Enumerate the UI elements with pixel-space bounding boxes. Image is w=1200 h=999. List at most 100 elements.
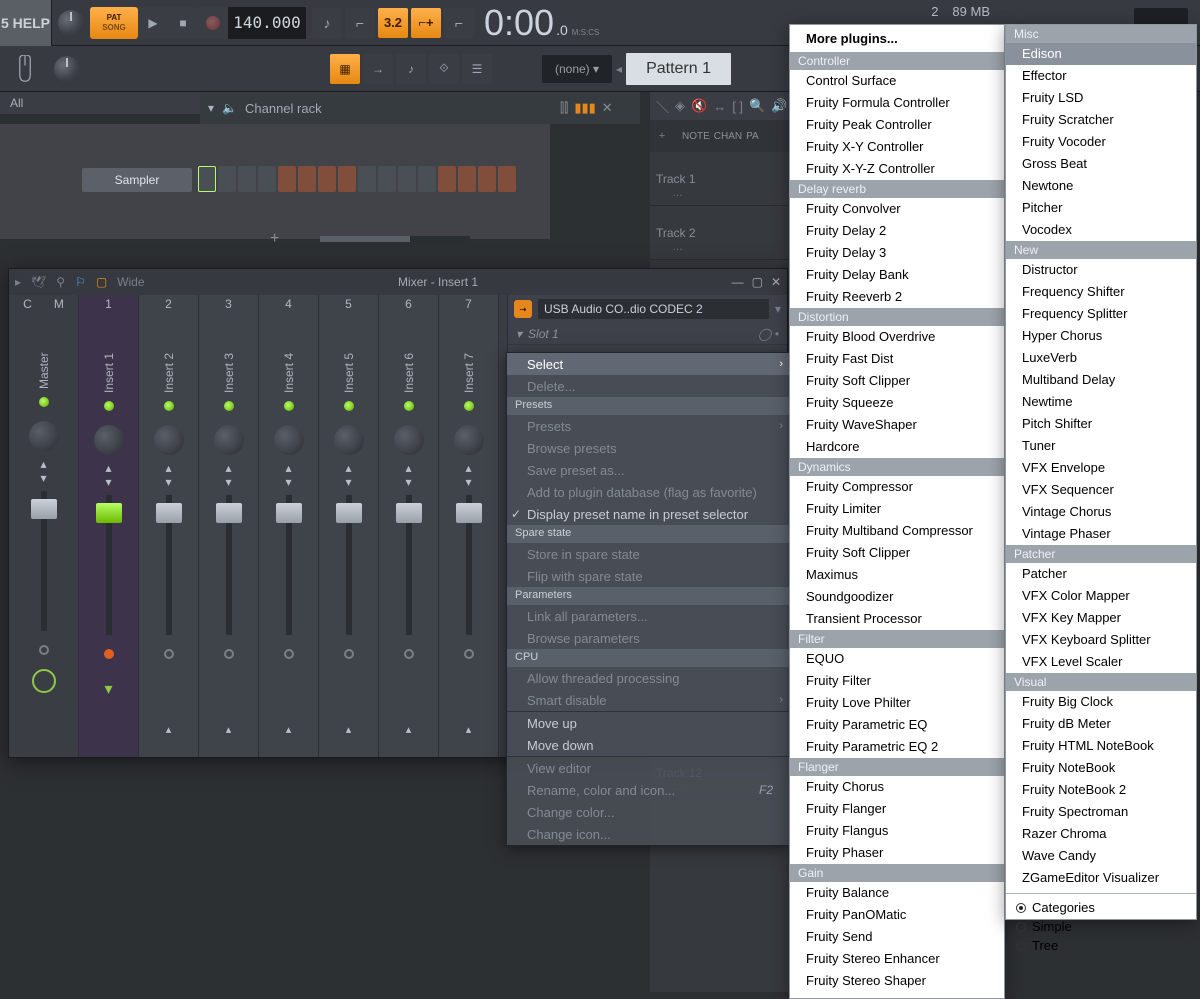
play-button[interactable]: ▶ — [138, 7, 168, 39]
plugin-item[interactable]: Fruity dB Meter — [1006, 713, 1196, 735]
strip-arm-icon[interactable] — [344, 649, 354, 659]
step-16[interactable] — [498, 166, 516, 192]
plugin-item[interactable]: Hardcore — [790, 436, 1004, 458]
master-arm-icon[interactable] — [39, 645, 49, 655]
step-3[interactable] — [238, 166, 256, 192]
plugin-item[interactable]: Fruity Peak Controller — [790, 114, 1004, 136]
plugin-item[interactable]: Tuner — [1006, 435, 1196, 457]
plugin-item[interactable]: Control Surface — [790, 70, 1004, 92]
plugin-item[interactable]: Fruity HTML NoteBook — [1006, 735, 1196, 757]
strip-send-caret[interactable]: ▴ — [406, 723, 412, 736]
strip-pan-knob[interactable] — [454, 425, 484, 455]
browser-all-tab[interactable]: All — [0, 92, 200, 114]
menu-browse-presets[interactable]: Browse presets — [507, 437, 789, 459]
pattern-name-display[interactable]: Pattern 1 — [626, 53, 731, 85]
plugin-item[interactable]: Fruity PanOMatic — [790, 904, 1004, 926]
pattern-song-switch[interactable]: PAT SONG — [90, 7, 138, 39]
plugin-item[interactable]: Wave Candy — [1006, 845, 1196, 867]
mixer-insert-strip[interactable]: 5 Insert 5 ▴▾ ▴ — [319, 295, 379, 757]
tool-select-icon[interactable]: [ ] — [732, 99, 743, 114]
menu-move-down[interactable]: Move down — [507, 734, 789, 756]
plugin-item[interactable]: Pitcher — [1006, 197, 1196, 219]
step-6[interactable] — [298, 166, 316, 192]
plugin-item[interactable]: Fruity Delay 3 — [790, 242, 1004, 264]
strip-mute-led[interactable] — [464, 401, 474, 411]
mixer-insert-strip[interactable]: 2 Insert 2 ▴▾ ▴ — [139, 295, 199, 757]
channel-scroll-track[interactable] — [320, 236, 470, 242]
step-5[interactable] — [278, 166, 296, 192]
strip-stereo-arrows[interactable]: ▴▾ — [345, 461, 351, 489]
mixer-bird-icon[interactable]: 🕊 — [31, 275, 46, 289]
sampler-channel-button[interactable]: Sampler — [82, 168, 192, 192]
strip-fader[interactable] — [406, 495, 412, 635]
mixer-flag-icon[interactable]: ⚐ — [75, 275, 86, 289]
strip-fader-handle[interactable] — [336, 503, 362, 523]
step-8[interactable] — [338, 166, 356, 192]
plugin-item[interactable]: Fruity Compressor — [790, 476, 1004, 498]
plugin-item[interactable]: Fruity Fast Dist — [790, 348, 1004, 370]
plugin-item[interactable]: Vocodex — [1006, 219, 1196, 241]
plugin-item[interactable]: Fruity NoteBook 2 — [1006, 779, 1196, 801]
tool-mute-icon[interactable]: 🔇 — [691, 98, 707, 114]
strip-send-caret[interactable]: ▴ — [286, 723, 292, 736]
strip-mute-led[interactable] — [164, 401, 174, 411]
strip-fader-handle[interactable] — [456, 503, 482, 523]
more-plugins-item[interactable]: More plugins... — [790, 25, 1004, 52]
step-7[interactable] — [318, 166, 336, 192]
mixer-titlebar[interactable]: ▸ 🕊 ⚲ ⚐ ▢ Wide Mixer - Insert 1 — ▢ ✕ — [9, 269, 787, 295]
strip-pan-knob[interactable] — [94, 425, 124, 455]
plugin-item[interactable]: VFX Keyboard Splitter — [1006, 629, 1196, 651]
master-arrows[interactable]: ▴▾ — [40, 457, 46, 485]
piano-roll-window-button[interactable]: → — [363, 54, 393, 84]
plugin-item[interactable]: Fruity Balance — [790, 882, 1004, 904]
plugin-item[interactable]: VFX Sequencer — [1006, 479, 1196, 501]
plugin-item[interactable]: Fruity Multiband Compressor — [790, 520, 1004, 542]
pitch-knob[interactable] — [54, 56, 80, 82]
plugin-item[interactable]: Fruity Parametric EQ — [790, 714, 1004, 736]
countdown-icon[interactable]: ⌐ — [345, 8, 375, 38]
plugin-item[interactable]: Newtone — [1006, 175, 1196, 197]
plugin-item[interactable]: Patcher — [1006, 563, 1196, 585]
plugin-item[interactable]: Newtime — [1006, 391, 1196, 413]
stop-button[interactable]: ■ — [168, 7, 198, 39]
menu-move-up[interactable]: Move up — [507, 712, 789, 734]
strip-pan-knob[interactable] — [274, 425, 304, 455]
menu-change-icon[interactable]: Change icon... — [507, 823, 789, 845]
plugin-item[interactable]: Frequency Splitter — [1006, 303, 1196, 325]
strip-fader[interactable] — [166, 495, 172, 635]
plugin-item[interactable]: Fruity X-Y Controller — [790, 136, 1004, 158]
plugin-item[interactable]: Distructor — [1006, 259, 1196, 281]
plugin-item[interactable]: Fruity Spectroman — [1006, 801, 1196, 823]
menu-add-plugin-db[interactable]: Add to plugin database (flag as favorite… — [507, 481, 789, 503]
plugin-item[interactable]: Fruity Squeeze — [790, 392, 1004, 414]
strip-fader-handle[interactable] — [276, 503, 302, 523]
strip-fader[interactable] — [226, 495, 232, 635]
plugin-item[interactable]: Vintage Chorus — [1006, 501, 1196, 523]
speaker-icon[interactable]: 🔈 — [222, 101, 237, 115]
step-9[interactable] — [358, 166, 376, 192]
view-mode-simple[interactable]: Simple — [1006, 917, 1196, 936]
loop-rec-icon[interactable]: ⌐ — [444, 8, 474, 38]
tool-zoom-icon[interactable]: 🔍 — [749, 98, 765, 114]
step-15[interactable] — [478, 166, 496, 192]
plugin-item[interactable]: ZGameEditor Visualizer — [1006, 867, 1196, 889]
menu-threaded[interactable]: Allow threaded processing — [507, 667, 789, 689]
menu-change-color[interactable]: Change color... — [507, 801, 789, 823]
strip-send-caret[interactable]: ▴ — [226, 723, 232, 736]
step-11[interactable] — [398, 166, 416, 192]
strip-stereo-arrows[interactable]: ▴▾ — [225, 461, 231, 489]
time-display[interactable]: 0:00 .0 M:S:CS — [484, 2, 599, 44]
mixer-view-label[interactable]: Wide — [117, 275, 144, 289]
mixer-insert-strip[interactable]: 6 Insert 6 ▴▾ ▴ — [379, 295, 439, 757]
plugin-item[interactable]: Hyper Chorus — [1006, 325, 1196, 347]
plugin-item[interactable]: Vintage Phaser — [1006, 523, 1196, 545]
plugin-item[interactable]: Fruity X-Y-Z Controller — [790, 158, 1004, 180]
plugin-item[interactable]: Soundgoodizer — [790, 586, 1004, 608]
plugin-item[interactable]: Fruity Stereo Shaper — [790, 970, 1004, 992]
strip-fader-handle[interactable] — [216, 503, 242, 523]
plugin-item[interactable]: Effector — [1006, 65, 1196, 87]
mixer-insert-strip[interactable]: 4 Insert 4 ▴▾ ▴ — [259, 295, 319, 757]
strip-fader[interactable] — [106, 495, 112, 635]
plugin-item[interactable]: Fruity Send — [790, 926, 1004, 948]
plugin-item[interactable]: Fruity Chorus — [790, 776, 1004, 798]
